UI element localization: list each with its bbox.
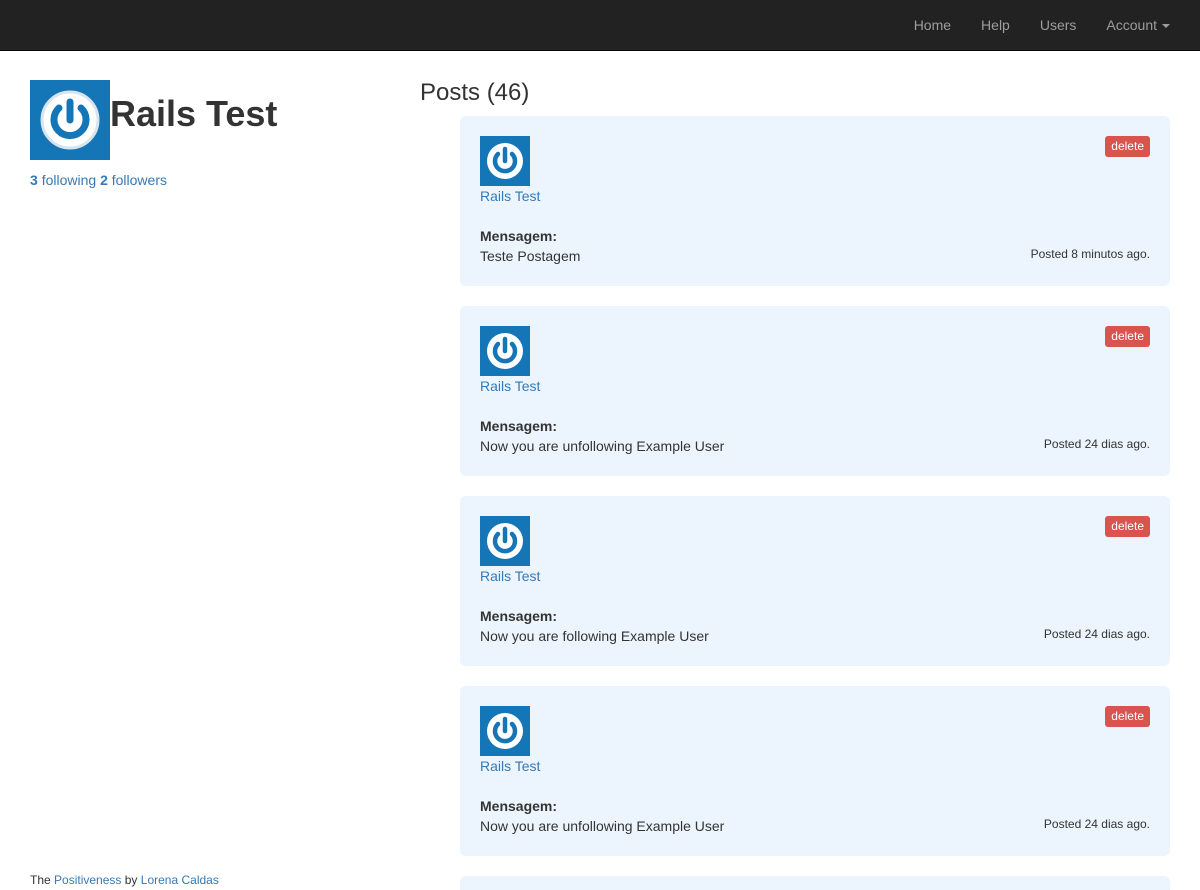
post-message-label: Mensagem: xyxy=(480,228,558,244)
delete-button[interactable]: delete xyxy=(1105,136,1150,157)
account-label: Account xyxy=(1106,17,1157,33)
nav-account-dropdown[interactable]: Account xyxy=(1091,0,1185,50)
post-timestamp: Posted 24 dias ago. xyxy=(1043,627,1150,641)
footer-author-link[interactable]: Lorena Caldas xyxy=(141,873,219,887)
post-message-label: Mensagem: xyxy=(480,798,558,814)
post-item: Rails Test Mensagem: Now you are unfollo… xyxy=(460,686,1170,856)
gravatar-power-icon[interactable] xyxy=(480,706,530,756)
followers-count: 2 xyxy=(100,172,108,188)
post-item: Rails Test Mensagem: Now you are unfollo… xyxy=(460,306,1170,476)
nav-links: Home Help Users Account xyxy=(899,0,1185,50)
post-message-label: Mensagem: xyxy=(480,608,558,624)
caret-down-icon xyxy=(1162,24,1170,29)
post-content: Now you are unfollowing Example User xyxy=(480,818,725,834)
posts-heading: Posts (46) xyxy=(420,79,530,106)
gravatar-power-icon xyxy=(30,80,110,160)
delete-button[interactable]: delete xyxy=(1105,326,1150,347)
following-link[interactable]: 3 following xyxy=(30,172,96,188)
followers-link[interactable]: 2 followers xyxy=(100,172,167,188)
following-label: following xyxy=(41,172,97,188)
following-count: 3 xyxy=(30,172,38,188)
post-item: Rails Test Mensagem: Now you are followi… xyxy=(460,496,1170,666)
footer: The Positiveness by Lorena Caldas xyxy=(30,873,219,887)
gravatar-power-icon[interactable] xyxy=(480,136,530,186)
followers-label: followers xyxy=(111,172,167,188)
gravatar-power-icon[interactable] xyxy=(480,326,530,376)
post-user-link[interactable]: Rails Test xyxy=(480,188,540,204)
post-message-label: Mensagem: xyxy=(480,418,558,434)
delete-button[interactable]: delete xyxy=(1105,706,1150,727)
post-timestamp: Posted 24 dias ago. xyxy=(1043,817,1150,831)
user-name-heading: Rails Test xyxy=(110,93,278,134)
footer-by: by xyxy=(124,873,138,887)
post-item-partial xyxy=(460,876,1170,890)
user-info: Rails Test 3 following 2 followers xyxy=(30,80,410,188)
post-user-link[interactable]: Rails Test xyxy=(480,378,540,394)
footer-prefix: The xyxy=(30,873,51,887)
footer-app-link[interactable]: Positiveness xyxy=(54,873,121,887)
post-content: Now you are following Example User xyxy=(480,628,709,644)
post-user-link[interactable]: Rails Test xyxy=(480,758,540,774)
follow-stats: 3 following 2 followers xyxy=(30,172,410,188)
post-user-link[interactable]: Rails Test xyxy=(480,568,540,584)
post-timestamp: Posted 24 dias ago. xyxy=(1043,437,1150,451)
post-content: Teste Postagem xyxy=(480,248,581,264)
nav-help-link[interactable]: Help xyxy=(966,0,1025,50)
delete-button[interactable]: delete xyxy=(1105,516,1150,537)
post-item: Rails Test Mensagem: Teste Postagem Post… xyxy=(460,116,1170,286)
nav-users-link[interactable]: Users xyxy=(1025,0,1092,50)
post-timestamp: Posted 8 minutos ago. xyxy=(1030,247,1150,261)
post-content: Now you are unfollowing Example User xyxy=(480,438,725,454)
gravatar-power-icon[interactable] xyxy=(480,516,530,566)
top-navbar: Home Help Users Account xyxy=(0,0,1200,51)
nav-home-link[interactable]: Home xyxy=(899,0,966,50)
